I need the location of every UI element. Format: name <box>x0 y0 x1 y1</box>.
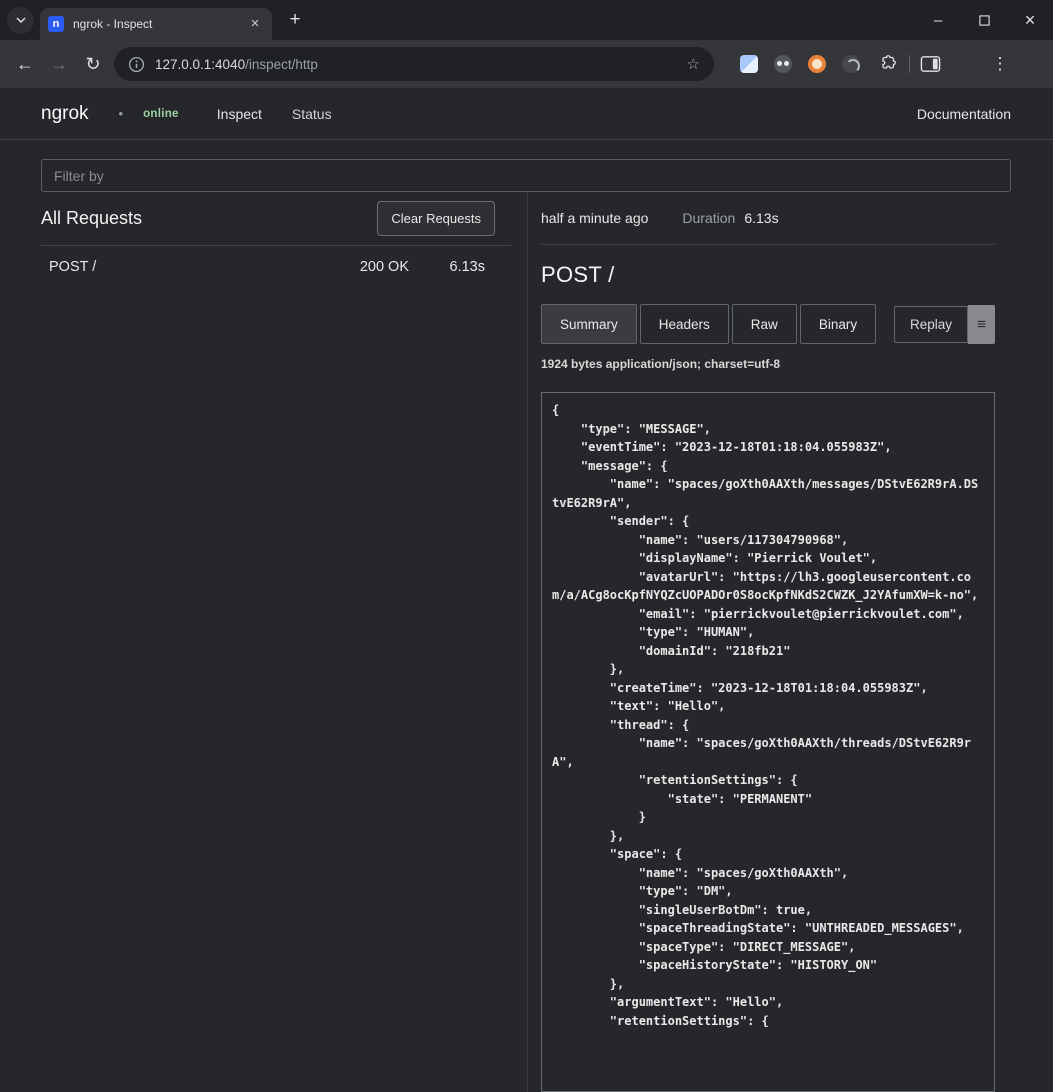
ngrok-favicon-icon: n <box>48 16 64 32</box>
tab-raw[interactable]: Raw <box>732 304 797 344</box>
inspect-page: All Requests Clear Requests POST / 200 O… <box>0 140 1053 1092</box>
site-info-icon[interactable] <box>128 56 145 73</box>
browser-tab[interactable]: n ngrok - Inspect × <box>40 8 272 40</box>
replay-button[interactable]: Replay <box>894 306 968 343</box>
extension-icon-4[interactable] <box>842 55 860 73</box>
tab-headers[interactable]: Headers <box>640 304 729 344</box>
status-separator: • <box>119 106 124 121</box>
maximize-icon <box>979 15 990 26</box>
request-body-json: { "type": "MESSAGE", "eventTime": "2023-… <box>552 401 984 1030</box>
request-body-box[interactable]: { "type": "MESSAGE", "eventTime": "2023-… <box>541 392 995 1092</box>
replay-split-button: Replay ≡ <box>894 305 995 344</box>
tab-close-icon[interactable]: × <box>246 15 264 33</box>
chevron-down-icon <box>13 12 29 28</box>
profile-avatar[interactable] <box>953 51 979 77</box>
request-method-path: POST / <box>49 259 96 275</box>
window-controls: – × <box>915 0 1053 40</box>
tab-search-button[interactable] <box>7 7 34 34</box>
duration-value: 6.13s <box>744 210 778 226</box>
extension-icon-2[interactable] <box>774 55 792 73</box>
reload-button[interactable]: ↻ <box>76 47 110 81</box>
requests-panel: All Requests Clear Requests POST / 200 O… <box>41 192 511 1092</box>
content-meta: 1924 bytes application/json; charset=utf… <box>541 357 995 371</box>
new-tab-button[interactable]: + <box>283 9 307 33</box>
tab-title: ngrok - Inspect <box>73 17 246 31</box>
nav-documentation[interactable]: Documentation <box>917 106 1011 122</box>
url-host: 127.0.0.1:4040 <box>155 57 245 72</box>
nav-status[interactable]: Status <box>292 106 332 122</box>
extension-icon-1[interactable] <box>740 55 758 73</box>
replay-menu-button[interactable]: ≡ <box>968 305 995 344</box>
extension-icon-3[interactable] <box>808 55 826 73</box>
side-panel-icon[interactable] <box>920 54 941 74</box>
request-time-ago: half a minute ago <box>541 210 648 226</box>
browser-titlebar: n ngrok - Inspect × + – × <box>0 0 1053 40</box>
ngrok-header: ngrok • online Inspect Status Documentat… <box>0 88 1053 140</box>
window-maximize-button[interactable] <box>961 0 1007 40</box>
filter-input[interactable] <box>41 159 1011 192</box>
bookmark-star-icon[interactable]: ☆ <box>687 55 700 73</box>
duration-label: Duration <box>682 210 735 226</box>
clear-requests-button[interactable]: Clear Requests <box>377 201 495 236</box>
request-duration: 6.13s <box>409 259 485 275</box>
url-text: 127.0.0.1:4040/inspect/http <box>155 57 318 72</box>
back-button[interactable]: ← <box>8 47 42 81</box>
ngrok-logo[interactable]: ngrok <box>41 103 89 125</box>
forward-button[interactable]: → <box>42 47 76 81</box>
detail-panel: half a minute ago Duration 6.13s POST / … <box>527 192 995 1092</box>
window-close-button[interactable]: × <box>1007 0 1053 40</box>
address-bar[interactable]: 127.0.0.1:4040/inspect/http ☆ <box>114 47 714 81</box>
detail-title: POST / <box>541 262 995 288</box>
tab-binary[interactable]: Binary <box>800 304 876 344</box>
url-path: /inspect/http <box>245 57 318 72</box>
extensions-puzzle-icon[interactable] <box>876 54 897 75</box>
nav-inspect[interactable]: Inspect <box>217 106 262 122</box>
window-minimize-button[interactable]: – <box>915 0 961 40</box>
browser-toolbar: ← → ↻ 127.0.0.1:4040/inspect/http ☆ ⋮ <box>0 40 1053 88</box>
request-list-item[interactable]: POST / 200 OK 6.13s <box>41 246 511 288</box>
browser-menu-icon[interactable]: ⋮ <box>985 54 1015 74</box>
hamburger-icon: ≡ <box>977 316 986 333</box>
request-status: 200 OK <box>360 259 409 275</box>
tab-summary[interactable]: Summary <box>541 304 637 344</box>
requests-panel-title: All Requests <box>41 208 142 229</box>
extension-icons <box>740 54 897 75</box>
status-badge: online <box>143 108 179 120</box>
detail-tabs: Summary Headers Raw Binary Replay ≡ <box>541 304 995 344</box>
toolbar-divider <box>909 55 910 73</box>
